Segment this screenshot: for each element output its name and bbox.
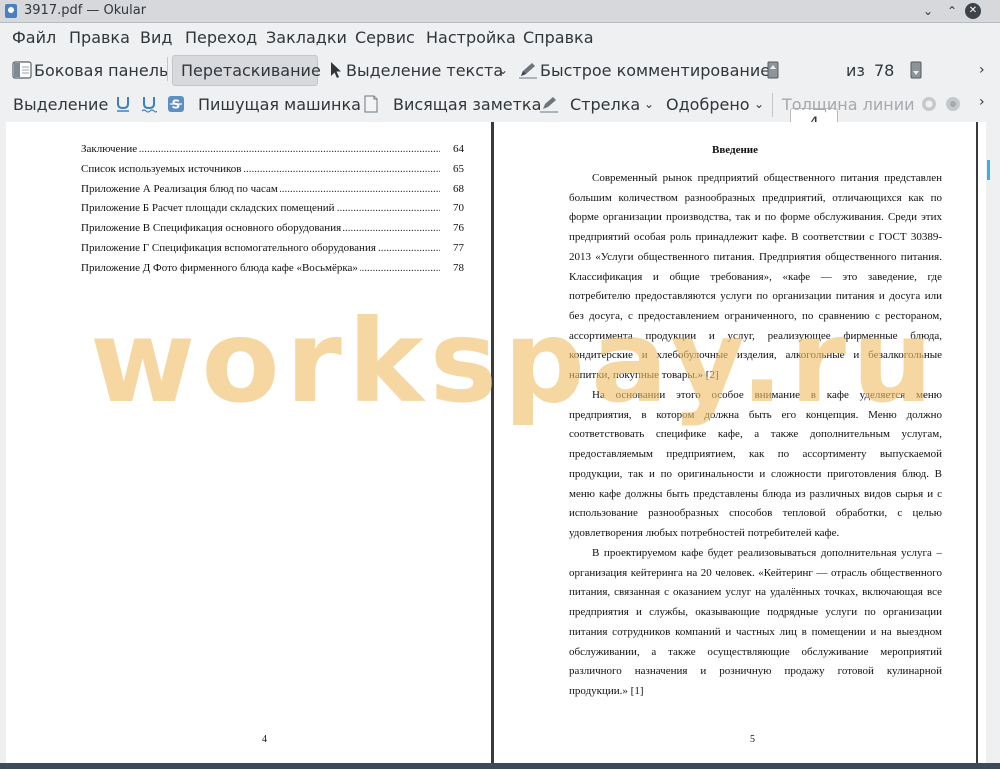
sidebar-button-label: Боковая панель: [34, 61, 169, 80]
page-up-icon[interactable]: [767, 61, 779, 79]
paragraph: В проектируемом кафе будет реализовывать…: [569, 547, 942, 697]
toc-row: ........................................…: [81, 182, 464, 201]
toc-row: ........................................…: [81, 202, 464, 220]
toc-row: ........................................…: [81, 143, 464, 161]
page-edge: [976, 122, 978, 763]
menu-file[interactable]: Файл: [12, 28, 56, 47]
close-icon[interactable]: ✕: [965, 3, 981, 19]
toolbar-separator: [167, 57, 168, 81]
toc-row: ........................................…: [81, 242, 464, 260]
line-width-control: Толщина линии: [782, 95, 915, 114]
underline-icon[interactable]: [115, 95, 131, 113]
of-label: из: [846, 61, 865, 80]
vertical-scrollbar[interactable]: [986, 122, 1000, 763]
toolbar-separator: [772, 93, 773, 117]
toc-title: Приложение А Реализация блюд по часам: [81, 182, 280, 195]
squiggle-icon[interactable]: [141, 95, 157, 113]
sidebar-icon: [12, 61, 32, 79]
toc-page-number: 68: [451, 182, 464, 195]
typewriter-tool[interactable]: Пишущая машинка: [198, 95, 361, 114]
toc-page-number: 65: [451, 162, 464, 175]
toc-title: Список используемых источников: [81, 162, 244, 175]
highlight-tool[interactable]: Выделение: [13, 95, 108, 114]
scrollbar-thumb[interactable]: [987, 160, 990, 180]
text-select-tool[interactable]: Выделение текста: [346, 61, 503, 80]
chevron-right-icon[interactable]: ›: [979, 94, 985, 110]
popup-note-tool[interactable]: Висящая заметка: [393, 95, 541, 114]
page-down-icon[interactable]: [910, 61, 922, 79]
annotation-toolbar: Выделение S Пишущая машинка Висящая заме…: [0, 88, 1000, 120]
toc-title: Приложение Д Фото фирменного блюда кафе …: [81, 261, 360, 274]
menu-go[interactable]: Переход: [185, 28, 257, 47]
toc-row: ........................................…: [81, 261, 464, 280]
toc-page-number: 76: [451, 222, 464, 235]
menu-bar: Файл Правка Вид Переход Закладки Сервис …: [0, 23, 1000, 51]
page-number: 4: [262, 734, 267, 745]
toc-title: Приложение В Спецификация основного обор…: [81, 222, 344, 235]
stamp-icon: [922, 97, 936, 111]
paragraph: На основании этого особое внимание в каф…: [569, 389, 942, 539]
pdf-page-5: Введение Современный рынок предприятий о…: [494, 122, 976, 763]
bottom-border: [0, 763, 1000, 769]
app-icon: [5, 4, 17, 18]
menu-edit[interactable]: Правка: [69, 28, 130, 47]
page-number: 5: [750, 734, 755, 745]
main-toolbar: Боковая панель Перетаскивание Выделение …: [0, 52, 1000, 136]
chevron-down-icon[interactable]: ⌄: [644, 97, 654, 111]
cursor-icon: [331, 62, 341, 78]
quick-annotations-button[interactable]: Быстрое комментирование: [540, 61, 770, 80]
toc-row: ........................................…: [81, 162, 464, 181]
menu-help[interactable]: Справка: [523, 28, 594, 47]
toc-row: ........................................…: [81, 222, 464, 240]
window-title: 3917.pdf — Okular: [24, 3, 147, 18]
stamp-tool[interactable]: Одобрено: [666, 95, 750, 114]
document-view[interactable]: ........................................…: [6, 122, 986, 763]
toc-title: Приложение Г Спецификация вспомогательно…: [81, 242, 378, 254]
chevron-down-icon[interactable]: ⌄: [498, 63, 508, 77]
arrow-tool[interactable]: Стрелка: [570, 95, 640, 114]
minimize-icon[interactable]: ⌄: [920, 3, 936, 19]
brush-icon: [540, 97, 558, 113]
note-icon[interactable]: [363, 95, 379, 113]
page-heading: Введение: [711, 144, 759, 156]
menu-bookmarks[interactable]: Закладки: [266, 28, 347, 47]
toc-page-number: 77: [451, 242, 464, 254]
browse-tool-label: Перетаскивание: [181, 61, 321, 80]
stamp-icon: [946, 97, 960, 111]
menu-tools[interactable]: Сервис: [355, 28, 415, 47]
toc-page-number: 64: [451, 143, 464, 155]
menu-settings[interactable]: Настройка: [426, 28, 516, 47]
okular-window: 3917.pdf — Okular ⌄ ⌃ ✕ Файл Правка Вид …: [0, 0, 1000, 769]
pdf-page-4: ........................................…: [6, 122, 491, 763]
total-pages: 78: [874, 61, 895, 80]
paragraph: Современный рынок предприятий общественн…: [569, 172, 942, 382]
menu-view[interactable]: Вид: [140, 28, 172, 47]
maximize-icon[interactable]: ⌃: [944, 3, 960, 19]
chevron-down-icon[interactable]: ⌄: [754, 97, 764, 111]
toc-title: Заключение: [81, 143, 140, 155]
chevron-right-icon[interactable]: ›: [979, 62, 985, 78]
toc-title: Приложение Б Расчет площади складских по…: [81, 202, 337, 215]
strikeout-icon[interactable]: S: [167, 95, 185, 113]
title-bar: 3917.pdf — Okular ⌄ ⌃ ✕: [0, 0, 1000, 23]
pen-icon: [519, 63, 537, 79]
toc-page-number: 78: [451, 261, 464, 274]
toc-page-number: 70: [451, 202, 464, 215]
